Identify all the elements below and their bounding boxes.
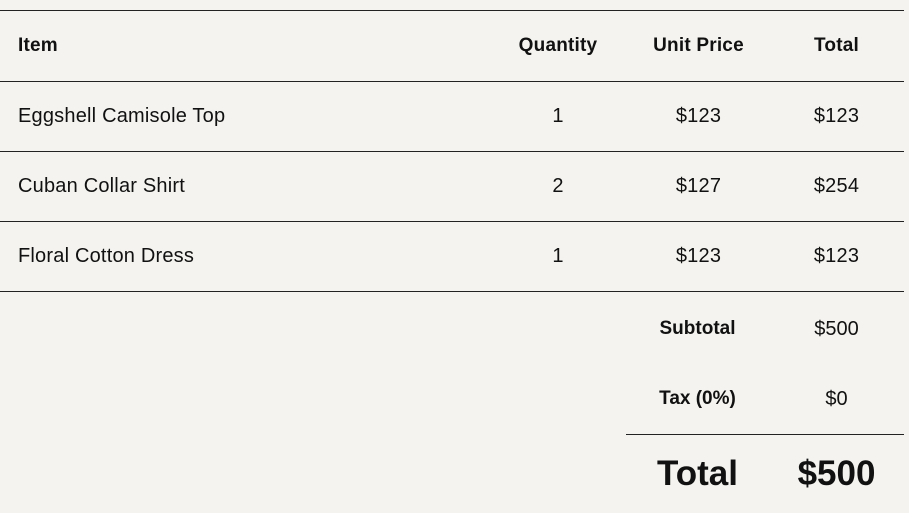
table-header-row: Item Quantity Unit Price Total bbox=[0, 11, 904, 82]
item-name: Eggshell Camisole Top bbox=[18, 105, 226, 127]
item-name: Floral Cotton Dress bbox=[18, 245, 195, 267]
subtotal-row: Subtotal $500 bbox=[626, 294, 904, 364]
column-header-quantity: Quantity bbox=[518, 35, 598, 56]
item-unit-price: $123 bbox=[675, 105, 722, 127]
item-quantity: 2 bbox=[552, 175, 564, 197]
column-header-item: Item bbox=[18, 35, 58, 56]
grand-total-value: $500 bbox=[797, 453, 876, 493]
item-total: $123 bbox=[813, 245, 860, 267]
item-unit-price: $123 bbox=[675, 245, 722, 267]
column-header-total: Total bbox=[814, 35, 859, 56]
subtotal-label: Subtotal bbox=[659, 318, 736, 339]
item-total: $254 bbox=[813, 175, 860, 197]
tax-label: Tax (0%) bbox=[659, 388, 736, 409]
table-row: Cuban Collar Shirt 2 $127 $254 bbox=[0, 152, 904, 222]
table-row: Floral Cotton Dress 1 $123 $123 bbox=[0, 222, 904, 292]
tax-value: $0 bbox=[825, 387, 848, 410]
column-header-unit-price: Unit Price bbox=[653, 35, 744, 56]
item-unit-price: $127 bbox=[675, 175, 722, 197]
grand-total-label: Total bbox=[656, 453, 738, 493]
item-quantity: 1 bbox=[552, 105, 564, 127]
item-total: $123 bbox=[813, 105, 860, 127]
table-row: Eggshell Camisole Top 1 $123 $123 bbox=[0, 82, 904, 152]
tax-row: Tax (0%) $0 bbox=[626, 364, 904, 434]
subtotal-value: $500 bbox=[814, 317, 859, 340]
grand-total-row: Total $500 bbox=[626, 435, 904, 512]
item-quantity: 1 bbox=[552, 245, 564, 267]
item-name: Cuban Collar Shirt bbox=[18, 175, 186, 197]
order-summary: Subtotal $500 Tax (0%) $0 Total $500 bbox=[626, 294, 904, 512]
order-items-table: Item Quantity Unit Price Total Eggshell … bbox=[0, 10, 904, 292]
